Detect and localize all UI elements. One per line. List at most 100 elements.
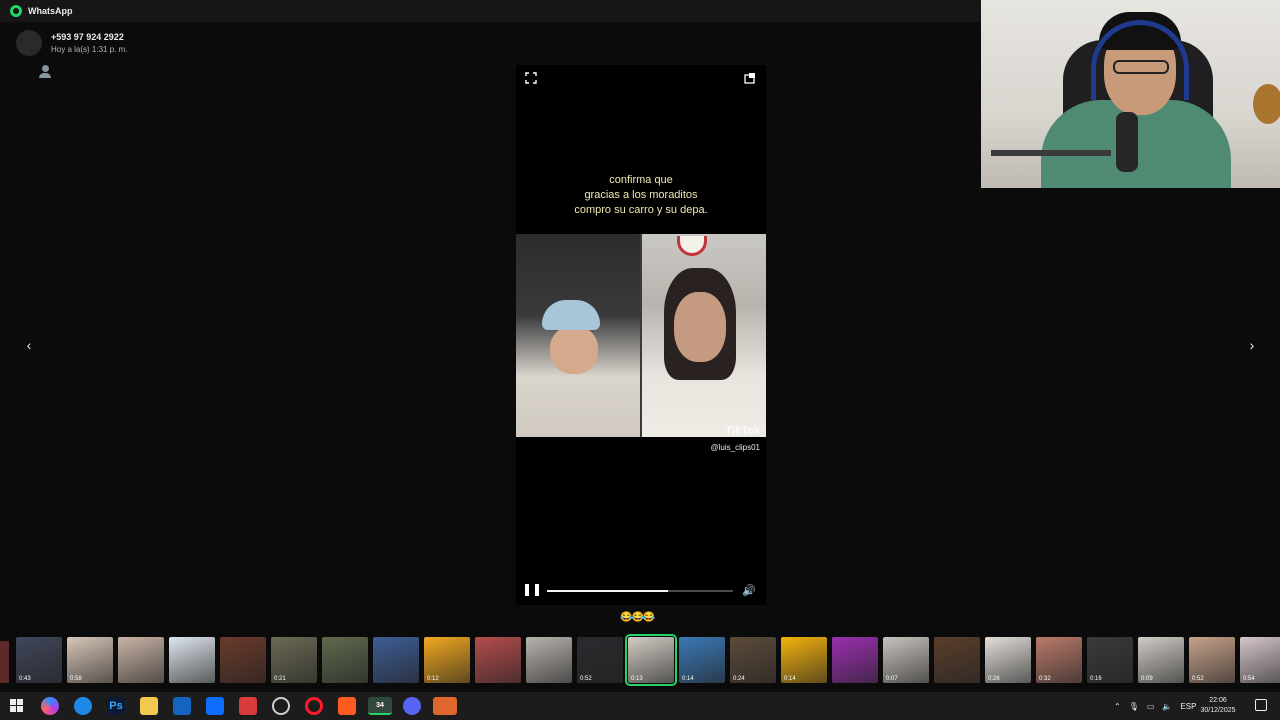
thumbnail-duration: 0:21 — [274, 676, 286, 682]
photoshop-icon[interactable]: Ps — [107, 697, 125, 715]
media-sender: +593 97 924 2922 Hoy a la(s) 1:31 p. m. — [16, 30, 127, 78]
discord-icon[interactable] — [403, 697, 421, 715]
user-icon — [42, 65, 49, 72]
windows-start-icon[interactable] — [8, 697, 26, 715]
calendar-app-icon[interactable] — [239, 697, 257, 715]
thumbnail-duration: 0:52 — [580, 676, 592, 682]
thumbnail-duration: 0:32 — [1039, 676, 1051, 682]
clock-date: 30/12/2025 — [1200, 707, 1236, 714]
pause-button[interactable] — [525, 584, 539, 598]
microphone-icon[interactable]: 🎙 — [1129, 702, 1139, 711]
copilot-icon[interactable] — [41, 697, 59, 715]
thumbnail-duration: 0:16 — [1090, 676, 1102, 682]
thumbnail-duration: 0:09 — [1141, 676, 1153, 682]
media-thumbnail[interactable] — [526, 637, 572, 683]
thumbnail-duration: 0:07 — [886, 676, 898, 682]
media-thumbnail[interactable]: 0:32 — [1036, 637, 1082, 683]
taskbar-clock[interactable]: 22:06 30/12/2025 — [1198, 696, 1238, 716]
media-thumbnail[interactable] — [169, 637, 215, 683]
media-thumbnail[interactable]: 0:26 — [985, 637, 1031, 683]
brave-browser-icon[interactable] — [338, 697, 356, 715]
tiktok-watermark: TikTok — [725, 425, 760, 437]
media-thumbnail-strip: 0:43 0:58 0:21 0:12 0:52 0:13 0:14 0:24 0:14 0:07… — [0, 634, 1280, 687]
thumbnail-duration: 0:12 — [427, 676, 439, 682]
windows-taskbar: Ps 34 ⌃ 🎙 ▭ 🔈 ESP — [0, 692, 1280, 720]
whatsapp-taskbar-icon[interactable]: 34 — [368, 697, 392, 715]
system-tray: ⌃ 🎙 ▭ 🔈 ESP — [1114, 692, 1196, 720]
pause-icon — [525, 584, 529, 596]
thumbnail-duration: 0:26 — [988, 676, 1000, 682]
media-thumbnail[interactable]: 0:24 — [730, 637, 776, 683]
network-icon[interactable]: ▭ — [1147, 702, 1155, 711]
message-reactions[interactable]: 😂😂😂 — [620, 612, 655, 623]
microphone — [1116, 112, 1138, 172]
caption-line: compro su carro y su depa. — [574, 204, 708, 216]
media-thumbnail[interactable] — [220, 637, 266, 683]
speaker-icon[interactable]: 🔈 — [1162, 702, 1172, 711]
caption-line: gracias a los moraditos — [584, 189, 698, 201]
media-thumbnail[interactable] — [373, 637, 419, 683]
media-thumbnail[interactable] — [475, 637, 521, 683]
media-thumbnail[interactable]: 0:58 — [67, 637, 113, 683]
window-title: WhatsApp — [28, 6, 73, 16]
caption-line: confirma que — [609, 174, 673, 186]
thumbnail-duration: 0:13 — [631, 676, 643, 682]
media-thumbnail[interactable]: 0:54 — [1240, 637, 1280, 683]
video-player[interactable]: confirma que gracias a los moraditos com… — [516, 65, 766, 605]
previous-media-button[interactable]: ‹ — [20, 336, 38, 354]
thumbnail-duration: 0:24 — [733, 676, 745, 682]
pause-icon-bar — [535, 584, 539, 596]
picture-in-picture-icon[interactable] — [744, 72, 756, 84]
avatar[interactable] — [16, 30, 51, 78]
clock-time: 22:06 — [1209, 697, 1227, 704]
media-thumbnail[interactable]: 0:12 — [424, 637, 470, 683]
media-thumbnail[interactable] — [118, 637, 164, 683]
file-explorer-icon[interactable] — [140, 697, 158, 715]
whatsapp-logo-icon — [10, 5, 22, 17]
sent-timestamp: Hoy a la(s) 1:31 p. m. — [51, 45, 128, 54]
media-thumbnail[interactable]: 0:21 — [271, 637, 317, 683]
webcam-overlay — [981, 0, 1280, 188]
thumbnail-duration: 0:14 — [682, 676, 694, 682]
media-thumbnail[interactable]: 0:09 — [1138, 637, 1184, 683]
volume-icon[interactable]: 🔊 — [742, 584, 756, 597]
thumbnail-duration: 0:54 — [1243, 676, 1255, 682]
obs-icon[interactable] — [272, 697, 290, 715]
media-thumbnail[interactable]: 0:14 — [781, 637, 827, 683]
next-media-button[interactable]: › — [1243, 336, 1261, 354]
thumbnail-duration: 0:58 — [70, 676, 82, 682]
outlook-icon[interactable] — [206, 697, 224, 715]
fullscreen-icon[interactable] — [525, 72, 537, 84]
media-thumbnail[interactable]: 0:52 — [1189, 637, 1235, 683]
chevron-up-icon[interactable]: ⌃ — [1114, 702, 1121, 711]
microsoft-store-icon[interactable] — [173, 697, 191, 715]
thumbnail-duration: 0:52 — [1192, 676, 1204, 682]
media-thumbnail[interactable] — [934, 637, 980, 683]
media-thumbnail[interactable]: 0:52 — [577, 637, 623, 683]
user-icon-body — [39, 73, 51, 78]
thumbnail-duration: 0:14 — [784, 676, 796, 682]
edge-browser-icon[interactable] — [74, 697, 92, 715]
opera-browser-icon[interactable] — [305, 697, 323, 715]
media-app-icon[interactable] — [433, 697, 457, 715]
person-face-left — [550, 326, 598, 374]
media-thumbnail[interactable]: 0:43 — [16, 637, 62, 683]
video-frame: TikTok — [516, 234, 766, 437]
media-thumbnail[interactable] — [832, 637, 878, 683]
tiktok-handle: @luis_clips01 — [710, 443, 760, 452]
mic-arm — [991, 150, 1111, 156]
notification-badge: 34 — [374, 701, 386, 709]
media-thumbnail[interactable]: 0:16 — [1087, 637, 1133, 683]
video-caption: confirma que gracias a los moraditos com… — [516, 173, 766, 218]
video-progress-bar[interactable] — [547, 590, 733, 592]
notification-center-icon[interactable] — [1255, 699, 1267, 711]
chevron-left-icon: ‹ — [26, 337, 32, 353]
media-thumbnail[interactable]: 0:13 — [625, 634, 677, 686]
person-face-right — [674, 292, 726, 362]
keyboard-language[interactable]: ESP — [1180, 702, 1196, 711]
media-thumbnail[interactable] — [322, 637, 368, 683]
chevron-right-icon: › — [1249, 337, 1255, 353]
sender-info: +593 97 924 2922 Hoy a la(s) 1:31 p. m. — [51, 32, 127, 54]
media-thumbnail[interactable]: 0:14 — [679, 637, 725, 683]
media-thumbnail[interactable]: 0:07 — [883, 637, 929, 683]
